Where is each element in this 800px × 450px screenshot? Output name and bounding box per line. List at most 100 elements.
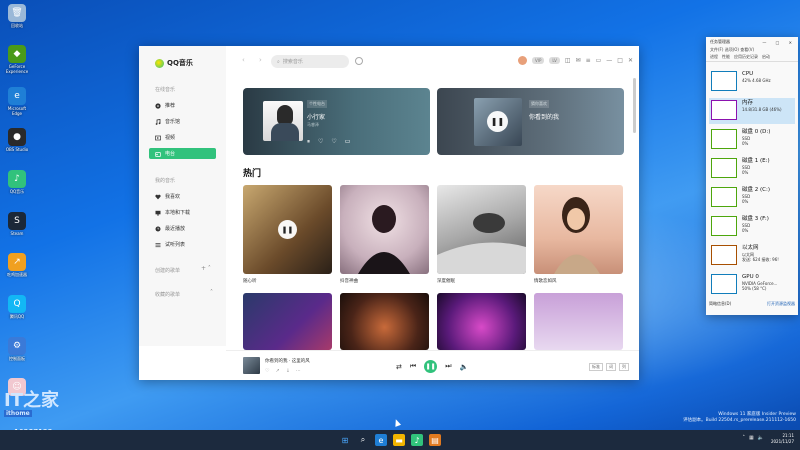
- desktop-icon[interactable]: Q 腾讯QQ: [3, 295, 31, 319]
- hot-section-title: 热门: [243, 169, 262, 179]
- next-icon[interactable]: ⏭: [445, 362, 451, 371]
- start-icon[interactable]: ⊞: [339, 434, 351, 446]
- more-icon[interactable]: ⋯: [296, 368, 301, 374]
- tab-startup[interactable]: 启动: [762, 54, 770, 61]
- desktop-icon[interactable]: e Microsoft Edge: [3, 87, 31, 116]
- tm-perf-row[interactable]: 内存 14.8/31.8 GB (46%): [709, 98, 795, 124]
- sidebar-item-radio[interactable]: 电台: [149, 148, 216, 159]
- pause-button[interactable]: ❚❚: [487, 111, 508, 132]
- card-art: [243, 293, 332, 350]
- mini-mode-icon[interactable]: ▭: [596, 57, 602, 64]
- sidebar-item-label: 最近播放: [165, 226, 186, 232]
- desktop-icon[interactable]: S Steam: [3, 212, 31, 236]
- desktop-icon[interactable]: ⚙ 控制面板: [3, 337, 31, 361]
- sidebar-item-liked[interactable]: 我喜欢: [149, 191, 216, 202]
- volume-icon[interactable]: 🔈: [460, 363, 469, 371]
- scrollbar[interactable]: [633, 78, 636, 133]
- desktop-icon[interactable]: ↗ 吃鸡加速器: [3, 253, 31, 277]
- heart-icon[interactable]: ♡: [318, 138, 323, 146]
- tab-performance[interactable]: 性能: [722, 54, 730, 61]
- previous-icon[interactable]: ⏮: [410, 362, 416, 371]
- sidebar-item-recent[interactable]: 最近播放: [149, 223, 216, 234]
- nav-arrows[interactable]: ‹ ›: [242, 56, 268, 64]
- pause-icon[interactable]: ⏸: [307, 138, 310, 146]
- tm-perf-row[interactable]: 磁盘 1 (E:) SSD 0%: [709, 156, 795, 182]
- card-deep-sleep[interactable]: 深度催眠: [437, 185, 526, 284]
- open-resource-monitor-link[interactable]: 打开资源监视器: [767, 301, 795, 307]
- banner-personal-radio[interactable]: 个性电台 小行家 马睿泽 ⏸ ♡ ♡ ▭: [243, 88, 430, 155]
- system-tray: ˄ ▦ 🔈: [743, 435, 764, 441]
- tm-perf-row[interactable]: CPU 42% 4.68 GHz: [709, 69, 795, 95]
- share-icon[interactable]: ↗: [275, 368, 279, 374]
- search-input[interactable]: ⌕ 搜索音乐: [271, 55, 349, 68]
- message-icon[interactable]: ✉: [576, 57, 581, 64]
- tm-window-controls[interactable]: — □ ✕: [762, 40, 798, 45]
- tm-perf-row[interactable]: 磁盘 3 (F:) SSD 0%: [709, 214, 795, 240]
- quality-button[interactable]: 标准: [589, 363, 603, 371]
- avatar[interactable]: [518, 56, 528, 65]
- card-row2-2[interactable]: [340, 293, 429, 350]
- sidebar-item-trial-list[interactable]: 试听列表: [149, 239, 216, 250]
- vip-badge[interactable]: VIP: [532, 57, 545, 64]
- sidebar-item-music-hall[interactable]: 音乐馆: [149, 116, 216, 127]
- tab-processes[interactable]: 进程: [710, 54, 718, 61]
- level-badge[interactable]: LV: [549, 57, 560, 64]
- task-manager-icon[interactable]: ▤: [429, 434, 441, 446]
- tm-mini-graph: [711, 158, 737, 178]
- fewer-details-button[interactable]: 简略信息(D): [709, 301, 731, 307]
- banner-guess-you-like[interactable]: ❚❚ 猜你喜欢 你看到的我: [437, 88, 624, 155]
- tm-perf-row[interactable]: 磁盘 2 (C:) SSD 0%: [709, 185, 795, 211]
- maximize-icon[interactable]: □: [617, 57, 623, 64]
- sidebar-item-recommend[interactable]: 推荐: [149, 100, 216, 111]
- loop-icon[interactable]: ⇄: [396, 363, 402, 371]
- chevron-up-icon[interactable]: ˄: [743, 435, 746, 441]
- desktop-icon[interactable]: ♪ QQ音乐: [3, 170, 31, 194]
- card-row2-3[interactable]: [437, 293, 526, 350]
- lyrics-button[interactable]: 词: [606, 363, 616, 371]
- tm-mini-graph: [711, 245, 737, 265]
- app-icon: ●: [8, 128, 26, 146]
- tab-app-history[interactable]: 应用历史记录: [734, 54, 758, 61]
- add-playlist-icon[interactable]: + ˄: [201, 265, 211, 272]
- dislike-icon[interactable]: ♡: [331, 138, 336, 146]
- file-explorer-icon[interactable]: ▬: [393, 434, 405, 446]
- sidebar-item-label: 本地和下载: [165, 210, 191, 216]
- card-douyin-hits[interactable]: 抖音神曲: [340, 185, 429, 284]
- tm-row-l3: 发送: 624 接收: 96!: [742, 257, 779, 262]
- pause-button[interactable]: ❚❚: [424, 360, 438, 373]
- tm-perf-row[interactable]: 以太网 以太网 发送: 624 接收: 96!: [709, 243, 795, 269]
- download-icon[interactable]: ↓: [286, 368, 290, 374]
- clock[interactable]: 21:11 2021/11/27: [771, 433, 794, 445]
- player-cover[interactable]: [243, 357, 260, 374]
- desktop-icon[interactable]: ◆ GeForce Experience: [3, 45, 31, 74]
- tm-perf-row[interactable]: GPU 0 NVIDIA GeForce... 50% (58 °C): [709, 272, 795, 298]
- heart-icon[interactable]: ♡: [265, 368, 269, 374]
- voice-search-icon[interactable]: [355, 57, 363, 65]
- card-label: 情歌恋如风: [534, 279, 557, 284]
- qq-music-icon[interactable]: ♪: [411, 434, 423, 446]
- desktop-icon[interactable]: 🗑 回收站: [3, 4, 31, 28]
- edge-icon[interactable]: e: [375, 434, 387, 446]
- sidebar: QQ音乐 在线音乐 推荐 音乐馆 视频 电台 我的音乐 我喜欢 本地和下载 最近…: [139, 46, 226, 346]
- volume-icon[interactable]: 🔈: [758, 435, 764, 441]
- playlist-button[interactable]: 列: [619, 363, 629, 371]
- card-row2-1[interactable]: [243, 293, 332, 350]
- sidebar-item-local[interactable]: 本地和下载: [149, 207, 216, 218]
- pause-button[interactable]: ❚❚: [278, 220, 297, 239]
- comment-icon[interactable]: ▭: [345, 138, 351, 146]
- collapse-icon[interactable]: ˄: [210, 289, 213, 296]
- banner-title: 小行家: [307, 114, 326, 121]
- desktop-icon[interactable]: ● OBS Studio: [3, 128, 31, 152]
- tm-perf-row[interactable]: 磁盘 0 (D:) SSD 0%: [709, 127, 795, 153]
- sidebar-item-video[interactable]: 视频: [149, 132, 216, 143]
- settings-icon[interactable]: ≡: [586, 57, 591, 64]
- tm-menu[interactable]: 文件(F) 选项(O) 查看(V): [706, 47, 798, 54]
- skin-icon[interactable]: ◫: [565, 57, 571, 64]
- close-icon[interactable]: ✕: [628, 57, 633, 64]
- search-icon[interactable]: ⌕: [357, 434, 369, 446]
- card-love-songs[interactable]: 情歌恋如风: [534, 185, 623, 284]
- minimize-icon[interactable]: —: [606, 57, 612, 64]
- card-random-listen[interactable]: ❚❚ 随心听: [243, 185, 332, 284]
- card-row2-4[interactable]: [534, 293, 623, 350]
- network-icon[interactable]: ▦: [749, 435, 754, 441]
